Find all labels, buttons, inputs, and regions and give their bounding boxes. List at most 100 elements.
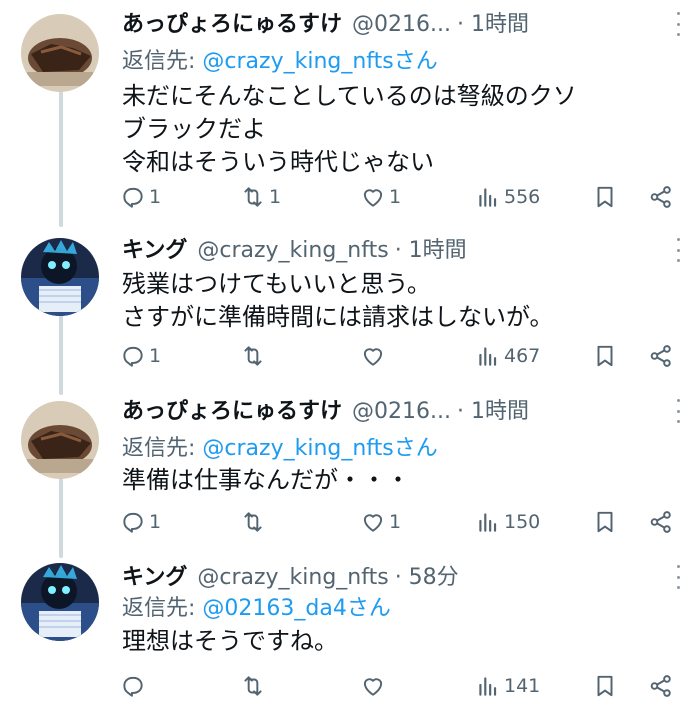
tweet-text: 残業はつけてもいいと思う。 さすがに準備時間には請求はしないが。: [122, 268, 685, 334]
tweet-text-line: さすがに準備時間には請求はしないが。: [122, 303, 554, 331]
reply-mention-link[interactable]: @crazy_king_nftsさん: [202, 436, 437, 461]
bookmark-button[interactable]: [592, 669, 618, 703]
reply-button[interactable]: 1: [120, 505, 161, 539]
like-count: 1: [389, 186, 402, 208]
reply-count: 1: [149, 186, 162, 208]
tweet[interactable]: あっぴょろにゅるすけ @0216... · 1時間 返信先: @crazy_ki…: [0, 8, 699, 223]
views-count: 141: [504, 675, 541, 697]
reply-to: 返信先: @crazy_king_nftsさん: [122, 433, 438, 465]
views-icon: [479, 513, 497, 532]
tweet-text: 理想はそうですね。: [122, 625, 685, 658]
tweet-header: あっぴょろにゅるすけ @0216... · 1時間: [122, 8, 659, 42]
heart-icon: [363, 514, 383, 532]
more-options-icon[interactable]: [675, 238, 681, 262]
bookmark-button[interactable]: [592, 339, 618, 373]
display-name[interactable]: キング: [122, 234, 187, 268]
reply-mention-link[interactable]: @02163_da4さん: [202, 596, 390, 621]
share-button[interactable]: [648, 339, 674, 373]
action-bar: 1 1 150: [120, 505, 690, 539]
timestamp[interactable]: · 1時間: [457, 8, 529, 42]
retweet-icon: [244, 346, 262, 366]
share-button[interactable]: [648, 180, 674, 214]
food-avatar-image: [21, 14, 99, 92]
retweet-icon: [244, 512, 262, 532]
tweet-text-line: 準備は仕事なんだが・・・: [122, 466, 410, 494]
user-handle[interactable]: @0216...: [352, 395, 451, 429]
avatar[interactable]: [21, 238, 99, 316]
user-handle[interactable]: @crazy_king_nfts: [197, 561, 388, 595]
like-button[interactable]: [360, 339, 389, 373]
tweet-header: あっぴょろにゅるすけ @0216... · 1時間: [122, 395, 659, 429]
views-button[interactable]: 141: [475, 669, 540, 703]
character-avatar-image: [21, 238, 99, 316]
bookmark-icon: [597, 345, 613, 367]
views-button[interactable]: 467: [475, 339, 540, 373]
heart-icon: [363, 189, 383, 207]
tweet[interactable]: あっぴょろにゅるすけ @0216... · 1時間 返信先: @crazy_ki…: [0, 395, 699, 545]
tweet-text-line: 未だにそんなことしているのは弩級のクソ: [122, 82, 577, 110]
like-button[interactable]: [360, 669, 389, 703]
share-icon: [650, 186, 671, 208]
avatar[interactable]: [21, 401, 99, 479]
reply-button[interactable]: 1: [120, 339, 161, 373]
tweet-text: 未だにそんなことしているのは弩級のクソ ブラックだよ 令和はそういう時代じゃない: [122, 80, 685, 179]
bookmark-button[interactable]: [592, 180, 618, 214]
timestamp[interactable]: · 1時間: [457, 395, 529, 429]
bookmark-button[interactable]: [592, 505, 618, 539]
display-name[interactable]: あっぴょろにゅるすけ: [122, 8, 342, 42]
reply-icon: [123, 346, 143, 367]
share-icon: [650, 511, 671, 533]
retweet-icon: [244, 187, 262, 207]
avatar[interactable]: [21, 14, 99, 92]
views-count: 150: [504, 511, 541, 533]
more-options-icon[interactable]: [675, 565, 681, 589]
heart-icon: [363, 348, 383, 366]
reply-mention-link[interactable]: @crazy_king_nftsさん: [202, 49, 437, 74]
user-handle[interactable]: @crazy_king_nfts: [197, 234, 388, 268]
share-button[interactable]: [648, 669, 674, 703]
more-options-icon[interactable]: [675, 399, 681, 423]
views-icon: [479, 677, 497, 696]
timestamp[interactable]: · 1時間: [395, 234, 467, 268]
more-options-icon[interactable]: [675, 12, 681, 36]
reply-icon: [123, 676, 143, 697]
tweet-text-line: ブラックだよ: [122, 115, 266, 143]
reply-count: 1: [149, 345, 162, 367]
retweet-button[interactable]: [240, 669, 269, 703]
retweet-count: 1: [269, 186, 282, 208]
reply-prefix: 返信先:: [122, 596, 203, 621]
bookmark-icon: [597, 511, 613, 533]
bookmark-icon: [597, 186, 613, 208]
tweet[interactable]: キング @crazy_king_nfts · 1時間 残業はつけてもいいと思う。…: [0, 234, 699, 384]
reply-count: 1: [149, 511, 162, 533]
share-button[interactable]: [648, 505, 674, 539]
views-button[interactable]: 556: [475, 180, 540, 214]
heart-icon: [363, 678, 383, 696]
views-icon: [479, 347, 497, 366]
display-name[interactable]: キング: [122, 561, 187, 595]
retweet-button[interactable]: 1: [240, 180, 281, 214]
retweet-button[interactable]: [240, 339, 269, 373]
reply-button[interactable]: 1: [120, 180, 161, 214]
tweet-text-line: 残業はつけてもいいと思う。: [122, 270, 431, 298]
share-icon: [650, 345, 671, 367]
like-button[interactable]: 1: [360, 180, 401, 214]
bookmark-icon: [597, 675, 613, 697]
tweet-text: 準備は仕事なんだが・・・: [122, 464, 685, 497]
avatar[interactable]: [21, 563, 99, 641]
timestamp[interactable]: · 58分: [395, 561, 459, 595]
action-bar: 1 467: [120, 339, 690, 373]
reply-icon: [123, 512, 143, 533]
tweet-text-line: 理想はそうですね。: [122, 627, 338, 655]
user-handle[interactable]: @0216...: [352, 8, 451, 42]
display-name[interactable]: あっぴょろにゅるすけ: [122, 395, 342, 429]
food-avatar-image: [21, 401, 99, 479]
retweet-button[interactable]: [240, 505, 269, 539]
like-button[interactable]: 1: [360, 505, 401, 539]
tweet[interactable]: キング @crazy_king_nfts · 58分 返信先: @02163_d…: [0, 561, 699, 699]
reply-icon: [123, 187, 143, 208]
reply-button[interactable]: [120, 669, 149, 703]
views-button[interactable]: 150: [475, 505, 540, 539]
action-bar: 141: [120, 669, 690, 703]
tweet-text-line: 令和はそういう時代じゃない: [122, 148, 434, 176]
